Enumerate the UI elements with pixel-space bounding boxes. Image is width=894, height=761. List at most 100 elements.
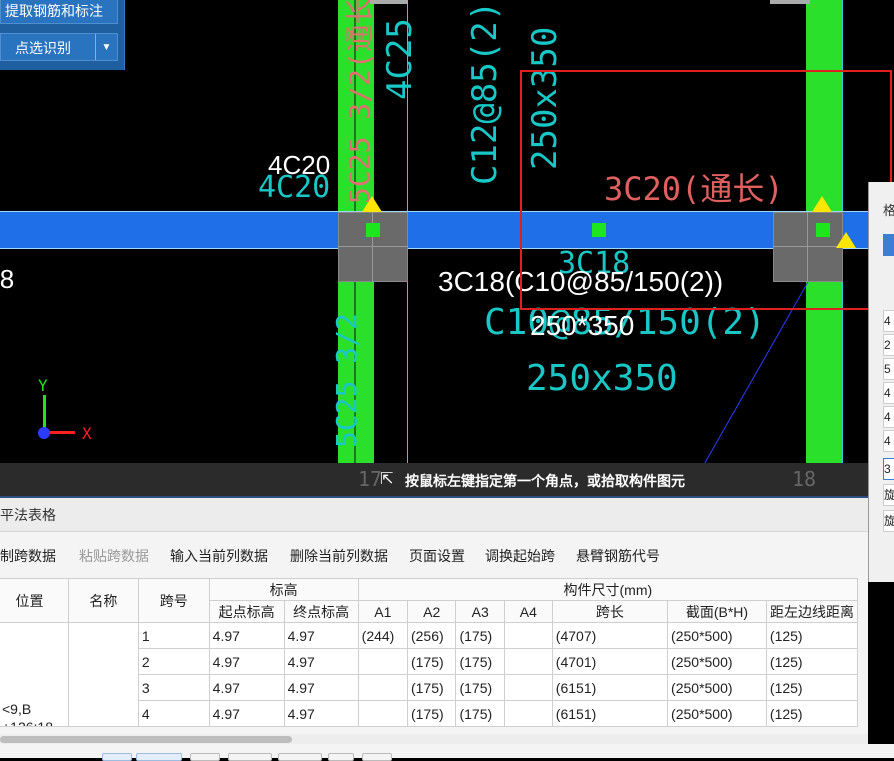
scrollbar-thumb[interactable]: [0, 736, 292, 743]
horizontal-scrollbar[interactable]: [0, 734, 868, 744]
footer-button[interactable]: [190, 753, 220, 761]
selection-rectangle[interactable]: [520, 70, 892, 310]
cell-a1[interactable]: (244): [357, 622, 408, 649]
position-text-1: <9,B: [2, 701, 32, 717]
side-cell[interactable]: 4: [883, 310, 894, 332]
grip-left[interactable]: [366, 223, 380, 237]
grid-number-left: 17: [358, 467, 383, 491]
cell-left[interactable]: (125): [765, 674, 859, 701]
cell-a1[interactable]: [357, 674, 408, 701]
label-5c25-upper: 5C25 3/2(通长): [343, 0, 376, 204]
cell-start[interactable]: 4.97: [208, 648, 285, 675]
footer-button[interactable]: [278, 753, 322, 761]
cell-a4[interactable]: [503, 622, 553, 649]
cell-name[interactable]: [67, 622, 139, 727]
cell-section[interactable]: (250*500): [667, 648, 767, 675]
footer-button[interactable]: [102, 753, 132, 761]
header-end-elev: 终点标高: [283, 600, 359, 623]
cell-a2[interactable]: (175): [406, 648, 457, 675]
side-cell[interactable]: 3: [883, 458, 894, 480]
delete-column-button[interactable]: 删除当前列数据: [290, 546, 388, 566]
chevron-down-icon[interactable]: ▼: [95, 34, 117, 60]
label-4c20-cyan: 4C20: [258, 170, 331, 205]
cell-section[interactable]: (250*500): [667, 700, 767, 727]
copy-span-button[interactable]: 复制跨数据: [0, 546, 56, 566]
cell-end[interactable]: 4.97: [283, 622, 359, 649]
paste-span-button[interactable]: 粘贴跨数据: [79, 546, 149, 566]
cell-section[interactable]: (250*500): [667, 674, 767, 701]
cell-a2[interactable]: (175): [406, 700, 457, 727]
header-size-group: 构件尺寸(mm): [357, 578, 859, 601]
side-cell[interactable]: 2: [883, 334, 894, 356]
cell-start[interactable]: 4.97: [208, 674, 285, 701]
cell-a1[interactable]: [357, 648, 408, 675]
cell-a3[interactable]: (175): [455, 622, 505, 649]
cad-canvas[interactable]: 4C20 4C20 3C18 4C25 C12@85(2) 250x350 3C…: [0, 0, 894, 496]
header-section: 截面(B*H): [667, 600, 767, 623]
cell-a4[interactable]: [503, 700, 553, 727]
cell-span[interactable]: 2: [137, 648, 210, 675]
cell-span[interactable]: 3: [137, 674, 210, 701]
footer-bar: [0, 744, 894, 761]
beam-table-panel: 梁平法表格 复制跨数据 粘贴跨数据 输入当前列数据 删除当前列数据 页面设置 调…: [0, 496, 868, 758]
side-cell[interactable]: 4: [883, 382, 894, 404]
input-column-button[interactable]: 输入当前列数据: [170, 546, 268, 566]
cell-start[interactable]: 4.97: [208, 622, 285, 649]
cell-length[interactable]: (6151): [551, 674, 669, 701]
node-cross: [338, 246, 408, 247]
side-cell[interactable]: 4: [883, 406, 894, 428]
label-250x350-cyan: 250x350: [526, 358, 678, 399]
recognize-panel: 提取钢筋和标注 点选识别 ▼: [0, 0, 125, 70]
cell-end[interactable]: 4.97: [283, 674, 359, 701]
cantilever-code-button[interactable]: 悬臂钢筋代号: [576, 546, 660, 566]
cell-start[interactable]: 4.97: [208, 700, 285, 727]
label-c12-vertical: C12@85(2): [465, 0, 505, 185]
label-250-350-white: 250*350: [530, 310, 635, 341]
swap-start-span-button[interactable]: 调换起始跨: [485, 546, 555, 566]
cell-a3[interactable]: (175): [455, 674, 505, 701]
header-a3: A3: [455, 600, 505, 623]
cell-a4[interactable]: [503, 674, 553, 701]
cell-length[interactable]: (4707): [551, 622, 669, 649]
page-setup-button[interactable]: 页面设置: [409, 546, 465, 566]
pick-recognize-label: 点选识别: [15, 40, 71, 56]
footer-button[interactable]: [328, 753, 354, 761]
cell-section[interactable]: (250*500): [667, 622, 767, 649]
pick-recognize-button[interactable]: 点选识别 ▼: [0, 33, 118, 61]
beam-stub: [770, 0, 810, 4]
label-3c18-left: 3C18: [0, 264, 15, 294]
cell-left[interactable]: (125): [765, 648, 859, 675]
cell-a1[interactable]: [357, 700, 408, 727]
panel-title: 梁平法表格: [0, 498, 868, 532]
side-cell[interactable]: 5: [883, 358, 894, 380]
cell-a3[interactable]: (175): [455, 648, 505, 675]
cell-a4[interactable]: [503, 648, 553, 675]
cell-a2[interactable]: (175): [406, 674, 457, 701]
cell-length[interactable]: (4701): [551, 648, 669, 675]
header-position: 位置: [0, 578, 69, 623]
cell-end[interactable]: 4.97: [283, 648, 359, 675]
side-cell[interactable]: 旋: [883, 510, 894, 532]
footer-button[interactable]: [136, 753, 182, 761]
cell-end[interactable]: 4.97: [283, 700, 359, 727]
cell-left[interactable]: (125): [765, 700, 859, 727]
cell-a3[interactable]: (175): [455, 700, 505, 727]
cell-left[interactable]: (125): [765, 622, 859, 649]
header-start-elev: 起点标高: [208, 600, 285, 623]
label-4c25-vertical: 4C25: [380, 18, 420, 100]
cell-span[interactable]: 4: [137, 700, 210, 727]
extract-rebar-button[interactable]: 提取钢筋和标注: [0, 0, 118, 24]
table-row[interactable]: <9,B +126;18 1 4.97 4.97 (244) (256) (17…: [0, 622, 859, 727]
side-panel-selected: [883, 234, 894, 256]
footer-button[interactable]: [362, 753, 392, 761]
footer-button[interactable]: [228, 753, 272, 761]
side-cell[interactable]: 4: [883, 430, 894, 452]
cell-length[interactable]: (6151): [551, 700, 669, 727]
cell-span[interactable]: 1: [137, 622, 210, 649]
axis-y-label: Y: [38, 376, 48, 395]
cell-position[interactable]: <9,B +126;18: [0, 622, 69, 727]
status-bar: 17 ⇱ 按鼠标左键指定第一个角点，或拾取构件图元 18: [0, 463, 870, 496]
side-cell[interactable]: 旋: [883, 484, 894, 506]
side-panel: 格 4 2 5 4 4 4 3 旋 旋: [868, 182, 894, 582]
cell-a2[interactable]: (256): [406, 622, 457, 649]
